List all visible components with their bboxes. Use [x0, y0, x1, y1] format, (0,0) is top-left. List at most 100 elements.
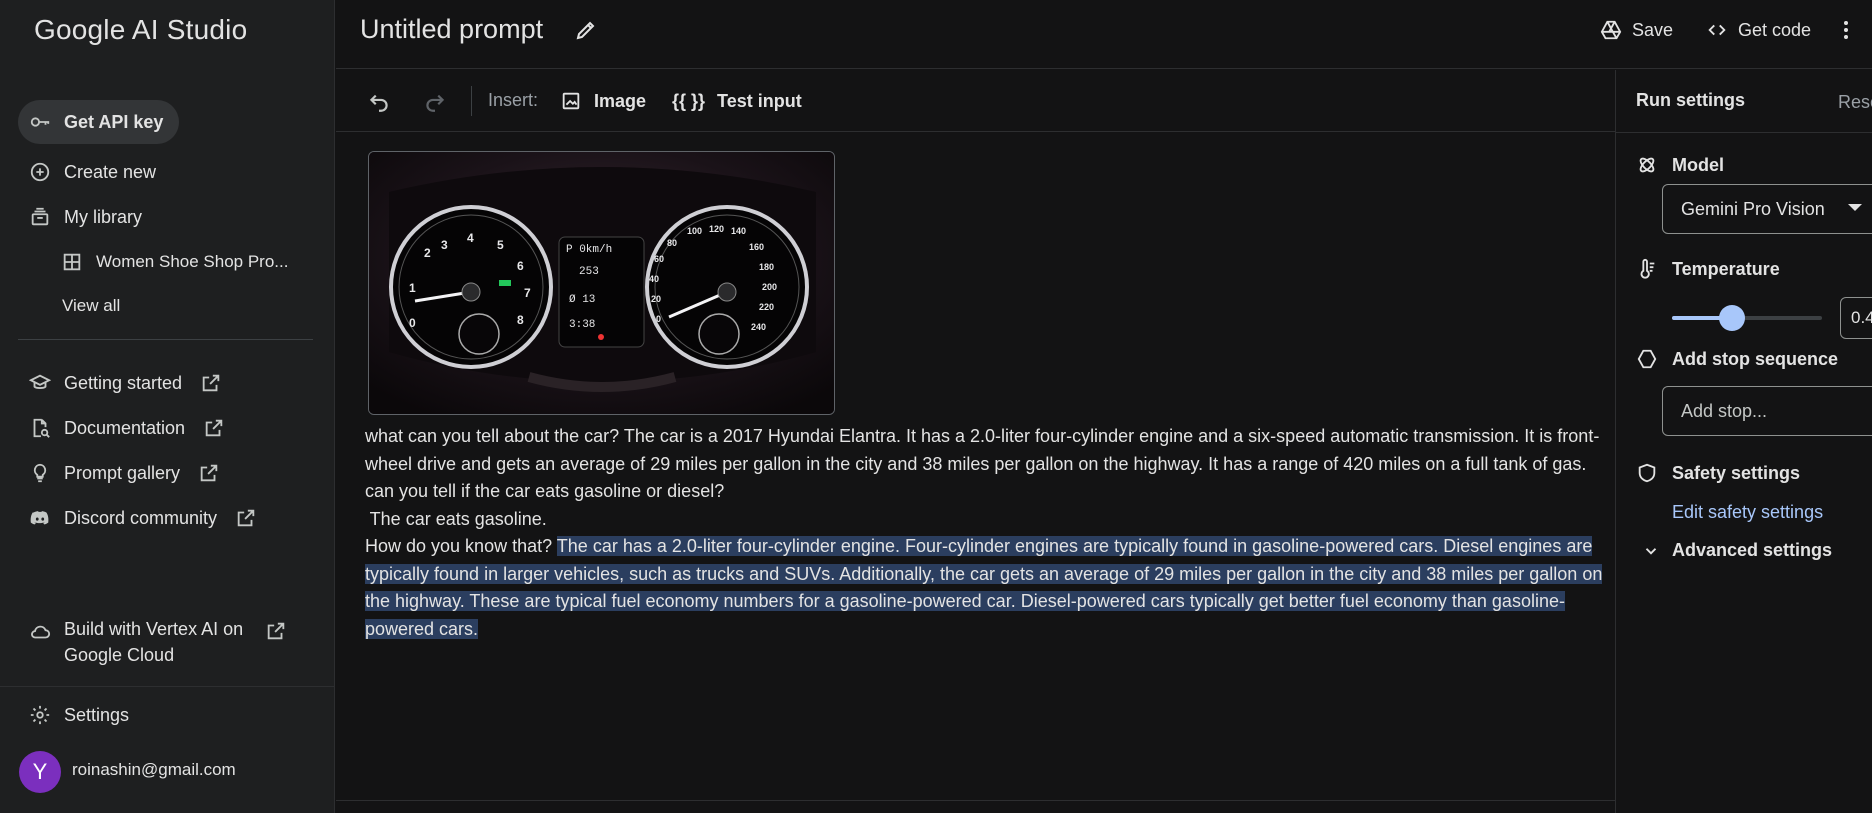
sidebar-item-discord[interactable]: Discord community — [18, 496, 257, 540]
svg-text:160: 160 — [749, 242, 764, 252]
svg-text:Ø 13: Ø 13 — [569, 294, 595, 306]
test-input-button[interactable]: {{ }} Test input — [672, 88, 802, 114]
document-search-icon — [28, 416, 52, 440]
prompt-paragraph: The car eats gasoline. — [365, 508, 547, 529]
stop-sequence-input[interactable]: Add stop... — [1662, 386, 1872, 436]
stop-sequence-label: Add stop sequence — [1636, 348, 1838, 370]
car-dashboard-image[interactable]: 0 1 2 3 4 5 678 0 20 40 60 80 100 120 140 160 180 2… — [368, 151, 835, 415]
get-api-key-label: Get API key — [64, 111, 164, 132]
open-in-new-icon — [203, 417, 225, 439]
svg-text:220: 220 — [759, 302, 774, 312]
sidebar-item-prompt-gallery[interactable]: Prompt gallery — [18, 451, 220, 495]
shield-icon — [1638, 463, 1656, 483]
editor-divider — [336, 800, 1615, 801]
create-new-button[interactable]: Create new — [18, 150, 156, 194]
library-item-label: Women Shoe Shop Pro... — [96, 252, 289, 271]
view-all-link[interactable]: View all — [62, 288, 120, 324]
safety-settings-label: Safety settings — [1636, 462, 1800, 484]
vertex-ai-line1: Build with Vertex AI on — [64, 619, 244, 639]
run-settings-panel: Run settings Reset Model Gemini Pro Visi… — [1615, 70, 1872, 813]
app-logo[interactable]: Google AI Studio — [34, 14, 247, 46]
temperature-slider-thumb[interactable] — [1719, 305, 1745, 331]
model-label-text: Model — [1672, 154, 1724, 175]
insert-label: Insert: — [488, 90, 539, 110]
model-label: Model — [1636, 154, 1724, 176]
open-in-new-icon — [198, 462, 220, 484]
svg-text:7: 7 — [524, 286, 531, 300]
prompt-text[interactable]: what can you tell about the car? The car… — [365, 423, 1610, 643]
get-api-key-button[interactable]: Get API key — [18, 100, 180, 144]
sidebar-item-getting-started[interactable]: Getting started — [18, 361, 222, 405]
vertex-ai-line2: Google Cloud — [64, 645, 175, 665]
model-value: Gemini Pro Vision — [1681, 198, 1825, 219]
key-icon — [28, 110, 52, 134]
my-library-button[interactable]: My library — [18, 195, 142, 239]
sidebar-item-vertex-ai[interactable]: Build with Vertex AI on Google Cloud — [18, 616, 287, 676]
school-icon — [28, 371, 52, 395]
svg-text:20: 20 — [651, 294, 661, 304]
prompt-paragraph: How do you know that? The car has a 2.0-… — [365, 533, 1610, 643]
edit-safety-settings-link[interactable]: Edit safety settings — [1672, 502, 1823, 523]
settings-button[interactable]: Settings — [18, 693, 129, 737]
svg-text:253: 253 — [579, 266, 599, 278]
lightbulb-icon — [28, 461, 52, 485]
save-label: Save — [1632, 19, 1674, 40]
sidebar-divider — [0, 686, 335, 687]
model-select[interactable]: Gemini Pro Vision — [1662, 184, 1872, 234]
sidebar: Google AI Studio Get API key Create new … — [0, 0, 335, 813]
get-code-button[interactable]: Get code — [1706, 16, 1811, 44]
gear-icon — [28, 703, 52, 727]
dropdown-arrow-icon — [1848, 204, 1862, 211]
discord-icon — [28, 506, 52, 530]
insert-image-label: Image — [594, 90, 647, 111]
more-vert-icon[interactable] — [1834, 18, 1858, 42]
sidebar-divider — [18, 339, 313, 340]
cloud-icon — [28, 620, 52, 644]
library-item-prompt[interactable]: Women Shoe Shop Pro... — [50, 240, 288, 284]
page-title[interactable]: Untitled prompt — [360, 14, 543, 45]
safety-settings-label-text: Safety settings — [1672, 462, 1801, 483]
undo-icon[interactable] — [366, 88, 392, 114]
pencil-icon[interactable] — [574, 18, 598, 42]
prompt-paragraph: what can you tell about the car? The car… — [365, 426, 1600, 474]
svg-text:0: 0 — [656, 314, 661, 324]
get-code-label: Get code — [1738, 19, 1812, 40]
open-in-new-icon — [235, 507, 257, 529]
stop-sign-icon — [1637, 349, 1657, 369]
braces-icon: {{ }} — [672, 90, 706, 111]
svg-text:2: 2 — [424, 246, 431, 260]
library-icon — [28, 205, 52, 229]
code-icon — [1708, 24, 1726, 36]
svg-text:80: 80 — [667, 238, 677, 248]
run-settings-title: Run settings — [1636, 90, 1746, 110]
chevron-down-icon — [1645, 547, 1657, 555]
redo-icon[interactable] — [422, 88, 448, 114]
svg-text:240: 240 — [751, 322, 766, 332]
toolbar-divider — [471, 86, 472, 116]
advanced-settings-label: Advanced settings — [1672, 540, 1833, 560]
sidebar-item-documentation[interactable]: Documentation — [18, 406, 225, 450]
prompt-editor[interactable]: 0 1 2 3 4 5 678 0 20 40 60 80 100 120 140 160 180 2… — [336, 133, 1615, 801]
temperature-slider[interactable] — [1672, 305, 1822, 331]
svg-text:1: 1 — [409, 281, 416, 295]
advanced-settings-toggle[interactable]: Advanced settings — [1642, 540, 1832, 561]
svg-text:3:38: 3:38 — [569, 319, 595, 331]
temperature-label: Temperature — [1636, 258, 1780, 280]
avatar[interactable]: Y — [19, 751, 61, 793]
svg-text:40: 40 — [649, 274, 659, 284]
svg-text:100: 100 — [687, 226, 702, 236]
svg-text:6: 6 — [517, 259, 524, 273]
vertex-ai-label: Build with Vertex AI on Google Cloud — [64, 616, 243, 668]
svg-text:200: 200 — [762, 282, 777, 292]
open-in-new-icon — [200, 372, 222, 394]
insert-image-button[interactable]: Image — [560, 88, 646, 114]
thermometer-icon — [1640, 258, 1655, 279]
save-button[interactable]: Save — [1600, 16, 1673, 44]
svg-text:P 0km/h: P 0km/h — [566, 244, 612, 256]
svg-text:3: 3 — [441, 238, 448, 252]
prompt-question: How do you know that? — [365, 536, 557, 556]
reset-button[interactable]: Reset — [1838, 92, 1872, 113]
image-icon — [560, 90, 582, 112]
temperature-input[interactable]: 0.4 — [1840, 297, 1872, 339]
grid-icon — [60, 250, 84, 274]
